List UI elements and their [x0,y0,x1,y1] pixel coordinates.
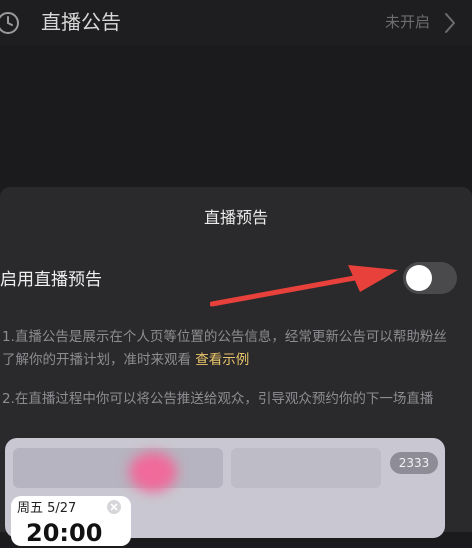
live-announcement-row[interactable]: 直播公告 未开启 [0,0,472,46]
annotation-arrow-icon [210,265,398,307]
chevron-right-icon [445,13,455,33]
enable-live-preview-toggle[interactable] [403,262,457,294]
clock-icon [0,12,19,34]
blurred-content [231,448,381,488]
sheet-title: 直播预告 [203,208,268,227]
blurred-avatar [129,452,177,492]
live-announcement-title: 直播公告 [41,10,121,34]
description-1: 1.直播公告是展示在个人页等位置的公告信息，经常更新公告可以帮助粉丝了解你的开播… [2,326,460,372]
enable-live-preview-label: 启用直播预告 [0,270,102,290]
schedule-date: 周五 5/27 [17,501,77,516]
view-example-link[interactable]: 查看示例 [195,352,249,368]
blurred-content [13,448,223,488]
toggle-knob [406,265,432,291]
close-icon[interactable] [107,500,121,514]
schedule-time: 20:00 [26,519,103,547]
viewer-count-badge: 2333 [390,452,438,474]
announcement-status: 未开启 [384,13,430,31]
description-2: 2.在直播过程中你可以将公告推送给观众，引导观众预约你的下一场直播 [2,391,434,407]
